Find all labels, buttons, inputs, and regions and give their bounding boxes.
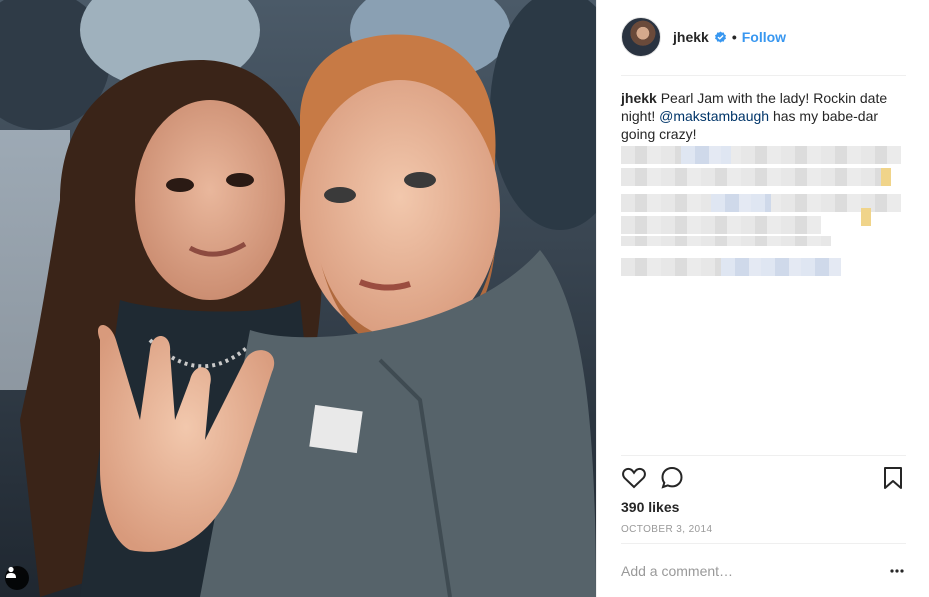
follow-button[interactable]: Follow [742, 29, 786, 45]
more-options-button[interactable] [888, 562, 906, 580]
more-options-icon [890, 569, 904, 573]
blurred-emoji [861, 208, 871, 226]
username-link[interactable]: jhekk [673, 29, 709, 45]
blurred-line [681, 146, 731, 164]
comment-divider [621, 543, 906, 544]
blurred-line [621, 216, 821, 234]
post-side-panel: jhekk • Follow jhekk Pearl Jam with the … [596, 0, 929, 597]
user-tag-badge[interactable] [5, 566, 29, 590]
blurred-line [621, 236, 831, 246]
action-bar [621, 465, 906, 491]
actions-divider [621, 455, 906, 456]
post-date[interactable]: OCTOBER 3, 2014 [621, 524, 712, 535]
post-header: jhekk • Follow [621, 16, 906, 58]
likes-count[interactable]: 390 likes [621, 499, 679, 515]
bookmark-icon[interactable] [880, 465, 906, 491]
avatar[interactable] [621, 17, 661, 57]
caption-username[interactable]: jhekk [621, 90, 657, 106]
blurred-line [621, 146, 901, 164]
caption-mention[interactable]: @makstambaugh [659, 108, 769, 124]
blurred-comments [621, 146, 906, 281]
blurred-emoji [881, 168, 891, 186]
post-photo[interactable] [0, 0, 596, 597]
separator-dot: • [731, 29, 737, 45]
comment-bubble-icon[interactable] [659, 465, 685, 491]
header-divider [621, 75, 906, 76]
comment-input[interactable] [621, 563, 876, 579]
post-caption: jhekk Pearl Jam with the lady! Rockin da… [621, 89, 906, 143]
blurred-line [721, 258, 841, 276]
comment-form [621, 560, 906, 582]
heart-icon[interactable] [621, 465, 647, 491]
blurred-line [621, 168, 891, 186]
blurred-line [711, 194, 771, 212]
user-tag-icon [6, 566, 16, 578]
verified-badge-icon [714, 30, 726, 43]
photo-illustration [0, 0, 596, 597]
